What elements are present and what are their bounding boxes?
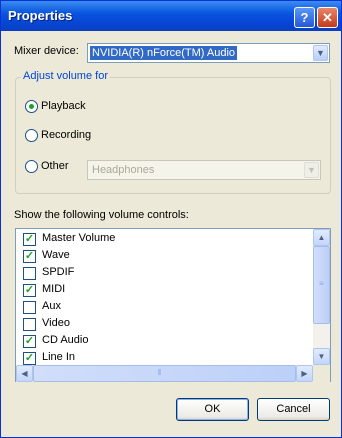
list-item-label: MIDI bbox=[42, 283, 66, 295]
checkbox-empty[interactable] bbox=[23, 267, 36, 280]
scroll-down-icon[interactable]: ▼ bbox=[313, 348, 330, 365]
other-device-select[interactable]: Headphones ▼ bbox=[87, 160, 321, 180]
horizontal-scrollbar[interactable]: ◀ ⦀ ▶ bbox=[16, 365, 313, 382]
volume-controls-list[interactable]: ✓ Master Volume ✓ Wave SPDIF ✓ MIDI Aux … bbox=[15, 228, 331, 382]
list-item-label: SPDIF bbox=[42, 266, 75, 278]
chevron-down-icon: ▼ bbox=[304, 162, 319, 178]
grip-icon: ≡ bbox=[319, 279, 324, 288]
checkbox-empty[interactable] bbox=[23, 301, 36, 314]
check-icon[interactable]: ✓ bbox=[23, 352, 36, 365]
other-label[interactable]: Other bbox=[41, 160, 69, 172]
grip-icon: ⦀ bbox=[158, 368, 162, 377]
list-item-label: Aux bbox=[42, 300, 61, 312]
mixer-device-label: Mixer device: bbox=[14, 45, 79, 57]
help-icon: ? bbox=[300, 10, 309, 25]
list-item-label: Video bbox=[42, 317, 70, 329]
adjust-volume-title: Adjust volume for bbox=[21, 70, 110, 82]
scrollbar-corner bbox=[313, 365, 330, 382]
list-item-label: Line In bbox=[42, 351, 76, 363]
close-icon: ✕ bbox=[322, 10, 333, 25]
other-radio[interactable] bbox=[25, 160, 38, 173]
properties-dialog: Properties ? ✕ Mixer device: NVIDIA(R) n… bbox=[0, 0, 342, 438]
vertical-scroll-thumb[interactable]: ≡ bbox=[313, 246, 330, 324]
window-title: Properties bbox=[8, 8, 73, 23]
vertical-scrollbar[interactable]: ▲ ≡ ▼ bbox=[313, 229, 330, 365]
recording-label[interactable]: Recording bbox=[41, 129, 91, 141]
checkbox-empty[interactable] bbox=[23, 318, 36, 331]
mixer-device-select[interactable]: NVIDIA(R) nForce(TM) Audio ▼ bbox=[87, 43, 330, 63]
mixer-device-value: NVIDIA(R) nForce(TM) Audio bbox=[90, 46, 238, 60]
other-device-value: Headphones bbox=[92, 164, 155, 176]
playback-radio[interactable] bbox=[25, 100, 38, 113]
playback-label[interactable]: Playback bbox=[41, 100, 86, 112]
title-bar[interactable]: Properties ? ✕ bbox=[1, 1, 341, 31]
list-item-label: CD Audio bbox=[42, 334, 89, 346]
cancel-button[interactable]: Cancel bbox=[257, 398, 330, 421]
check-icon[interactable]: ✓ bbox=[23, 335, 36, 348]
horizontal-scroll-thumb[interactable]: ⦀ bbox=[33, 365, 296, 382]
recording-radio[interactable] bbox=[25, 129, 38, 142]
check-icon[interactable]: ✓ bbox=[23, 250, 36, 263]
close-button[interactable]: ✕ bbox=[317, 7, 338, 28]
check-icon[interactable]: ✓ bbox=[23, 284, 36, 297]
list-item-label: Wave bbox=[42, 249, 70, 261]
scroll-left-icon[interactable]: ◀ bbox=[16, 365, 33, 382]
ok-button[interactable]: OK bbox=[176, 398, 249, 421]
scroll-up-icon[interactable]: ▲ bbox=[313, 229, 330, 246]
scroll-right-icon[interactable]: ▶ bbox=[296, 365, 313, 382]
chevron-down-icon[interactable]: ▼ bbox=[313, 45, 328, 61]
check-icon[interactable]: ✓ bbox=[23, 233, 36, 246]
list-item-label: Master Volume bbox=[42, 232, 116, 244]
help-button[interactable]: ? bbox=[294, 7, 315, 28]
volume-controls-label: Show the following volume controls: bbox=[14, 209, 189, 221]
